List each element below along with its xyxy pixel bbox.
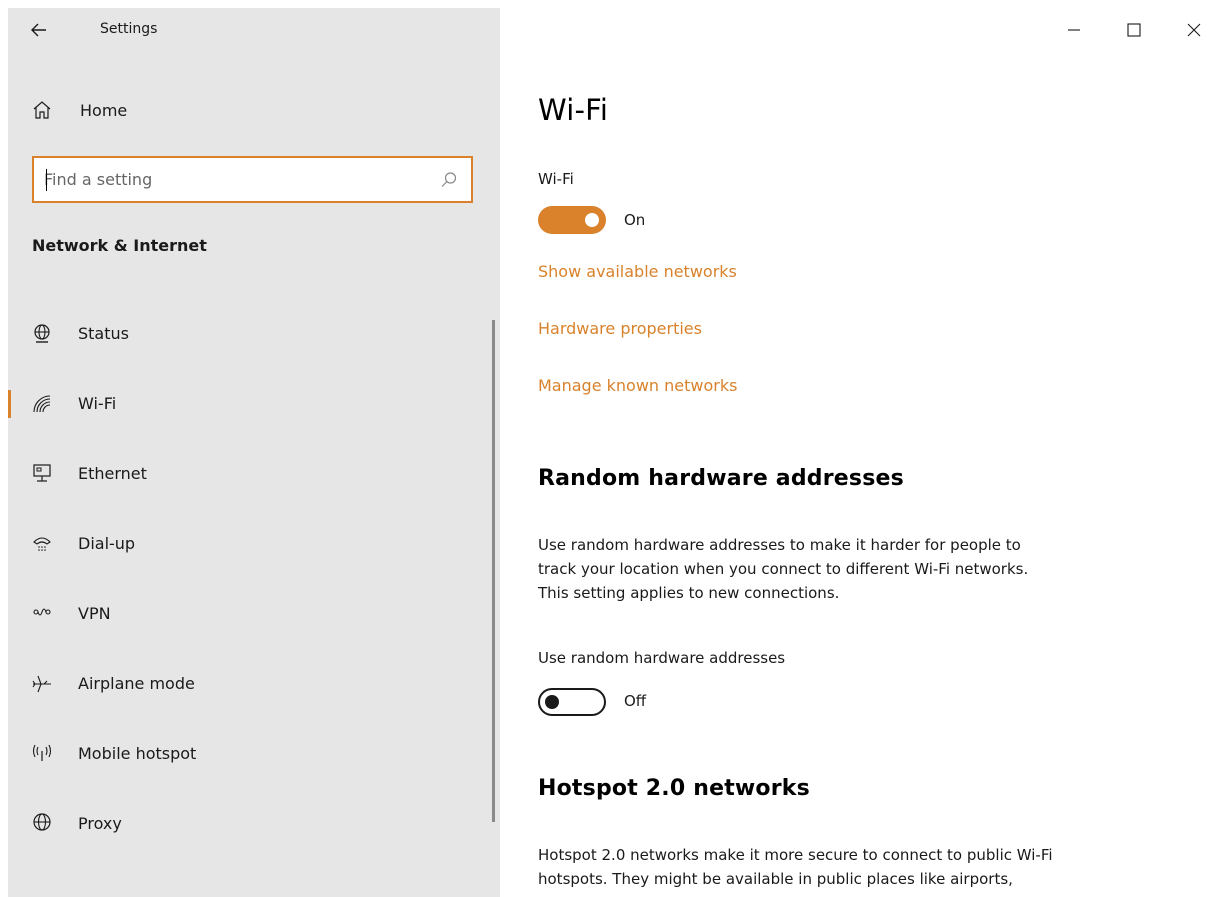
vpn-icon — [33, 608, 51, 616]
sidebar-item-label: Dial-up — [78, 534, 136, 553]
sidebar-item-dialup[interactable]: Dial-up — [8, 520, 500, 568]
show-available-networks-link[interactable]: Show available networks — [538, 262, 737, 281]
title-bar: Settings — [8, 8, 500, 52]
random-hw-toggle-state: Off — [624, 692, 647, 710]
random-hw-toggle[interactable] — [538, 688, 606, 716]
sidebar-item-label: Proxy — [78, 814, 122, 833]
sidebar-item-label: VPN — [78, 604, 111, 623]
hotspot20-description: Hotspot 2.0 networks make it more secure… — [538, 843, 1208, 891]
random-hw-toggle-label: Use random hardware addresses — [538, 649, 786, 667]
hotspot20-heading: Hotspot 2.0 networks — [538, 776, 810, 801]
home-label: Home — [80, 101, 128, 120]
search-icon[interactable] — [439, 170, 459, 190]
manage-known-networks-link[interactable]: Manage known networks — [538, 376, 737, 395]
random-hw-description: Use random hardware addresses to make it… — [538, 533, 1208, 605]
sidebar-item-ethernet[interactable]: Ethernet — [8, 450, 500, 498]
sidebar-item-wifi[interactable]: Wi-Fi — [8, 380, 500, 428]
sidebar-item-home[interactable]: Home — [8, 88, 500, 132]
sidebar-item-vpn[interactable]: VPN — [8, 590, 500, 638]
description-line: track your location when you connect to … — [538, 560, 1029, 578]
back-button[interactable] — [30, 16, 60, 44]
text-caret — [46, 169, 47, 191]
sidebar-item-label: Status — [78, 324, 129, 343]
active-indicator — [8, 390, 11, 418]
description-line: Hotspot 2.0 networks make it more secure… — [538, 846, 1053, 864]
sidebar-item-label: Wi-Fi — [78, 394, 117, 413]
page-title: Wi-Fi — [538, 93, 609, 127]
description-line: Use random hardware addresses to make it… — [538, 536, 1021, 554]
sidebar-item-airplane-mode[interactable]: Airplane mode — [8, 660, 500, 708]
main-content: Wi-Fi Wi-Fi On Show available networks H… — [538, 0, 1208, 897]
sidebar-item-proxy[interactable]: Proxy — [8, 800, 500, 848]
search-input[interactable] — [44, 158, 424, 201]
sidebar-item-status[interactable]: Status — [8, 310, 500, 358]
hotspot-icon — [32, 744, 52, 761]
airplane-icon — [32, 675, 51, 693]
sidebar-scrollbar[interactable] — [492, 320, 495, 822]
globe-icon — [33, 813, 51, 831]
toggle-knob — [585, 213, 599, 227]
back-arrow-icon — [31, 23, 46, 37]
random-hw-heading: Random hardware addresses — [538, 466, 904, 491]
wifi-icon — [33, 395, 51, 413]
wifi-toggle-label: Wi-Fi — [538, 170, 574, 188]
sidebar-item-mobile-hotspot[interactable]: Mobile hotspot — [8, 730, 500, 778]
app-title: Settings — [100, 21, 158, 37]
search-box[interactable] — [32, 156, 473, 203]
description-line: hotspots. They might be available in pub… — [538, 870, 1013, 888]
description-line: This setting applies to new connections. — [538, 584, 840, 602]
section-title: Network & Internet — [32, 236, 207, 255]
hardware-properties-link[interactable]: Hardware properties — [538, 319, 702, 338]
ethernet-icon — [33, 464, 51, 482]
globe-status-icon — [34, 324, 50, 343]
sidebar-item-label: Ethernet — [78, 464, 147, 483]
dialup-icon — [33, 537, 51, 551]
home-icon — [33, 101, 51, 119]
sidebar-item-label: Airplane mode — [78, 674, 195, 693]
wifi-toggle-state: On — [624, 211, 646, 229]
wifi-toggle[interactable] — [538, 206, 606, 234]
sidebar-item-label: Mobile hotspot — [78, 744, 197, 763]
toggle-knob — [545, 695, 559, 709]
